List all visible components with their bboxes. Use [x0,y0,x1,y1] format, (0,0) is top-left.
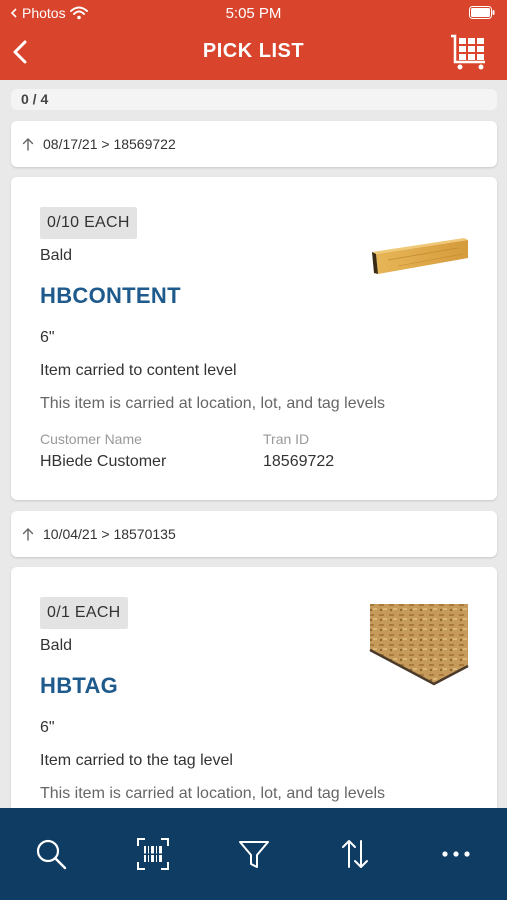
item-name: HBTAG [40,673,119,698]
filter-icon [239,841,269,868]
item-status: Bald [40,637,73,654]
customer-name-label: Customer Name [40,431,142,447]
item-status: Bald [40,247,73,264]
quantity-badge: 0/1 EACH [40,597,128,629]
barcode-scan-icon [137,838,169,870]
arrow-up-icon [22,528,34,541]
filter-button[interactable] [234,834,274,874]
customer-name-value: HBiede Customer [40,453,167,470]
quantity-badge: 0/10 EACH [40,207,137,239]
search-button[interactable] [31,834,71,874]
group-header[interactable]: 10/04/21 > 18570135 [11,511,497,557]
group-label: 08/17/21 > 18569722 [43,136,176,152]
item-note: This item is carried at location, lot, a… [40,785,386,802]
app-header: Photos 5:05 PM PICK LIST [0,0,507,80]
page-title: PICK LIST [202,40,305,62]
cart-grid-icon [451,34,485,70]
sort-icon [342,840,368,868]
group-header[interactable]: 08/17/21 > 18569722 [11,121,497,167]
osb-board-image [369,604,469,686]
cart-grid-button[interactable] [449,32,489,72]
sort-button[interactable] [335,834,375,874]
item-name: HBCONTENT [40,283,181,308]
battery-icon [469,6,495,22]
pick-progress: 0 / 4 [11,89,497,110]
group-label: 10/04/21 > 18570135 [43,526,176,542]
item-dimension: 6" [40,329,55,346]
more-icon [442,851,470,857]
barcode-scan-button[interactable] [133,834,173,874]
item-note: This item is carried at location, lot, a… [40,395,386,412]
arrow-up-icon [22,138,34,151]
more-button[interactable] [436,834,476,874]
status-time: 5:05 PM [225,5,282,22]
item-dimension: 6" [40,719,55,736]
bottom-toolbar [0,808,507,900]
nav-bar: PICK LIST [0,26,507,80]
search-icon [36,839,67,870]
item-description: Item carried to content level [40,362,237,379]
pick-item-card[interactable]: 0/10 EACH Bald HBCONTENT 6" Item carried… [11,177,497,500]
lumber-beam-image [372,238,468,274]
status-bar: Photos 5:05 PM [0,0,507,26]
tran-id-value: 18569722 [263,453,335,470]
tran-id-label: Tran ID [263,431,310,447]
item-description: Item carried to the tag level [40,752,233,769]
